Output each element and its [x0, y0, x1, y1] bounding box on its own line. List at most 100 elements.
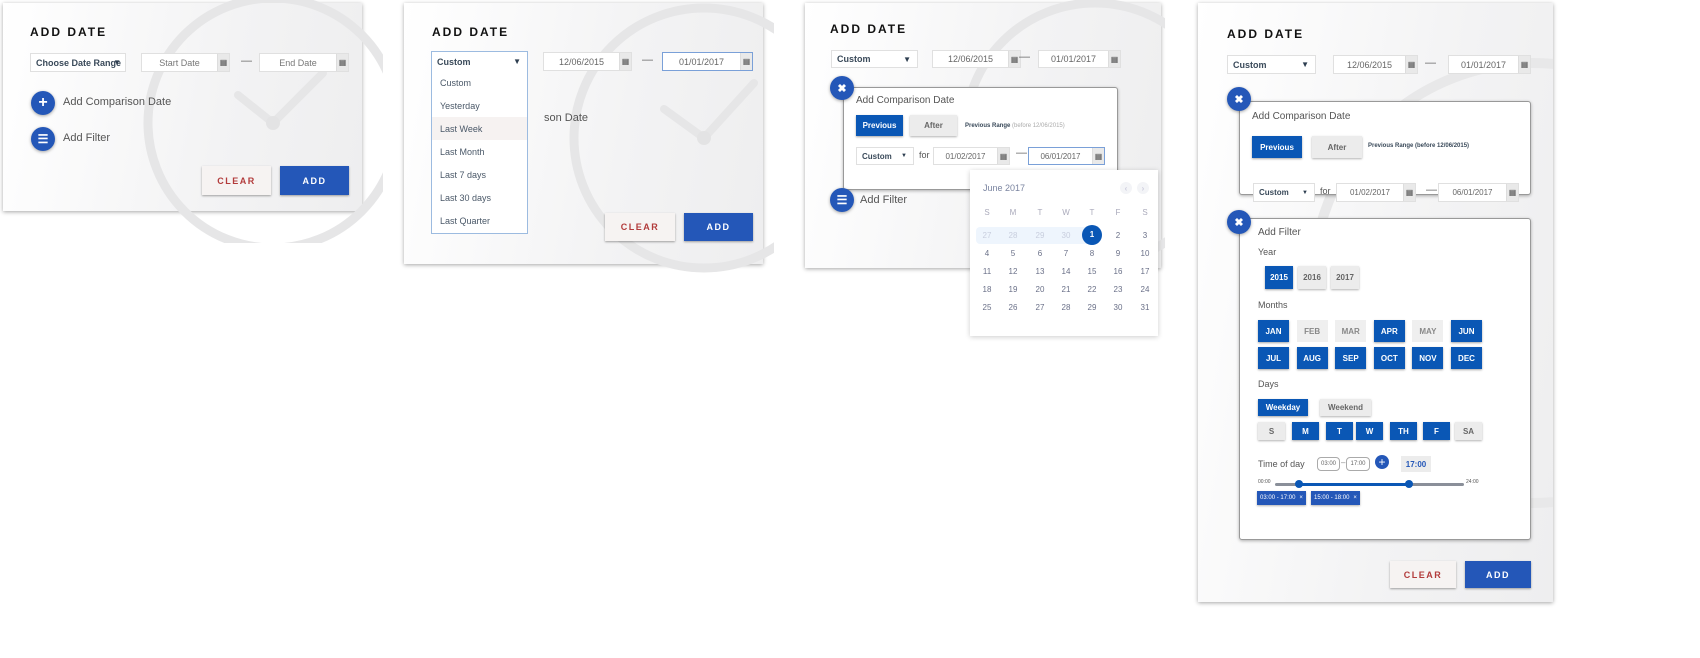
start-date-input[interactable]: 12/06/2015 ▦ [1333, 55, 1418, 74]
close-icon[interactable]: ✖ [1227, 87, 1251, 111]
plus-icon[interactable]: + [31, 91, 55, 115]
year-toggle-2017[interactable]: 2017 [1331, 266, 1359, 289]
calendar-day-outside[interactable]: 30 [1056, 231, 1076, 240]
calendar-day[interactable]: 4 [977, 249, 997, 258]
calendar-day[interactable]: 26 [1003, 303, 1023, 312]
calendar-icon[interactable]: ▦ [619, 53, 631, 70]
dropdown-option[interactable]: Last Month [432, 140, 527, 163]
calendar-day[interactable]: 17 [1135, 267, 1155, 276]
calendar-day[interactable]: 9 [1108, 249, 1128, 258]
date-range-select[interactable]: Custom ▼ [431, 51, 528, 71]
add-button[interactable]: ADD [280, 166, 349, 195]
calendar-day[interactable]: 18 [977, 285, 997, 294]
calendar-day[interactable]: 5 [1003, 249, 1023, 258]
dropdown-option[interactable]: Last 30 days [432, 186, 527, 209]
day-toggle-w[interactable]: W [1356, 422, 1383, 440]
calendar-icon[interactable]: ▦ [1506, 184, 1518, 201]
day-toggle-f[interactable]: F [1423, 422, 1450, 440]
calendar-day[interactable]: 6 [1030, 249, 1050, 258]
clear-button[interactable]: CLEAR [605, 213, 675, 241]
add-button[interactable]: ADD [1465, 561, 1531, 588]
day-toggle-m[interactable]: M [1292, 422, 1319, 440]
date-range-select[interactable]: Choose Date Range ▼ [30, 53, 126, 72]
calendar-icon[interactable]: ▦ [1108, 51, 1120, 67]
calendar-day[interactable]: 7 [1056, 249, 1076, 258]
previous-button[interactable]: Previous [856, 115, 903, 136]
after-button[interactable]: After [910, 115, 957, 136]
year-toggle-2016[interactable]: 2016 [1298, 266, 1326, 289]
calendar-day[interactable]: 12 [1003, 267, 1023, 276]
chevron-right-icon[interactable]: › [1137, 182, 1149, 194]
calendar-day[interactable]: 31 [1135, 303, 1155, 312]
calendar-day[interactable]: 30 [1108, 303, 1128, 312]
month-toggle-jun[interactable]: JUN [1451, 320, 1482, 342]
comparison-range-select[interactable]: Custom ▼ [1253, 183, 1315, 202]
calendar-day[interactable]: 29 [1082, 303, 1102, 312]
dropdown-option[interactable]: Last 7 days [432, 163, 527, 186]
month-toggle-jan[interactable]: JAN [1258, 320, 1289, 342]
add-filter-link[interactable]: Add Filter [860, 194, 907, 206]
month-toggle-nov[interactable]: NOV [1412, 347, 1444, 369]
clear-button[interactable]: CLEAR [202, 166, 271, 195]
calendar-day[interactable]: 15 [1082, 267, 1102, 276]
calendar-icon[interactable]: ▦ [997, 148, 1009, 164]
calendar-day[interactable]: 23 [1108, 285, 1128, 294]
comparison-end-input[interactable]: 06/01/2017 ▦ [1438, 183, 1519, 202]
after-button[interactable]: After [1312, 136, 1362, 158]
close-icon[interactable]: ✖ [1227, 210, 1251, 234]
sliders-icon[interactable]: ☰ [830, 188, 854, 212]
comparison-start-input[interactable]: 01/02/2017 ▦ [1336, 183, 1416, 202]
year-toggle-2015[interactable]: 2015 [1265, 266, 1293, 289]
time-to-input[interactable]: 17:00 [1346, 457, 1370, 471]
calendar-day[interactable]: 19 [1003, 285, 1023, 294]
add-comparison-date-link[interactable]: Add Comparison Date [63, 96, 171, 108]
calendar-day[interactable]: 25 [977, 303, 997, 312]
start-date-input[interactable]: 12/06/2015 ▦ [932, 50, 1021, 68]
add-time-icon[interactable]: + [1375, 455, 1389, 469]
day-toggle-t[interactable]: T [1326, 422, 1353, 440]
calendar-day-outside[interactable]: 28 [1003, 231, 1023, 240]
add-button[interactable]: ADD [684, 213, 753, 241]
comparison-start-input[interactable]: 01/02/2017 ▦ [933, 147, 1010, 165]
month-toggle-oct[interactable]: OCT [1373, 347, 1405, 369]
calendar-day[interactable]: 28 [1056, 303, 1076, 312]
month-toggle-feb[interactable]: FEB [1296, 320, 1328, 342]
calendar-icon[interactable]: ▦ [217, 54, 229, 71]
month-toggle-mar[interactable]: MAR [1335, 320, 1367, 342]
slider-handle-end[interactable] [1404, 480, 1413, 488]
calendar-day[interactable]: 10 [1135, 249, 1155, 258]
comparison-range-select[interactable]: Custom ▼ [856, 147, 914, 165]
remove-chip-icon[interactable]: × [1353, 495, 1357, 501]
day-toggle-s[interactable]: S [1258, 422, 1285, 440]
date-range-select[interactable]: Custom ▼ [831, 50, 918, 68]
calendar-day[interactable]: 8 [1082, 249, 1102, 258]
calendar-day[interactable]: 24 [1135, 285, 1155, 294]
day-toggle-th[interactable]: TH [1390, 422, 1417, 440]
calendar-day-outside[interactable]: 29 [1030, 231, 1050, 240]
calendar-icon[interactable]: ▦ [1518, 56, 1530, 73]
end-date-input[interactable]: 01/01/2017 ▦ [662, 52, 753, 71]
start-date-input[interactable]: 12/06/2015 ▦ [543, 52, 632, 71]
calendar-day-selected[interactable]: 1 [1082, 225, 1102, 245]
dropdown-option[interactable]: Yesterday [432, 94, 527, 117]
calendar-day[interactable]: 13 [1030, 267, 1050, 276]
calendar-day[interactable]: 27 [1030, 303, 1050, 312]
day-toggle-sa[interactable]: SA [1455, 422, 1482, 440]
dropdown-option[interactable]: Last Quarter [432, 209, 527, 232]
add-filter-link[interactable]: Add Filter [63, 132, 110, 144]
clear-button[interactable]: CLEAR [1390, 561, 1456, 588]
calendar-day[interactable]: 21 [1056, 285, 1076, 294]
comparison-end-input[interactable]: 06/01/2017 ▦ [1028, 147, 1105, 165]
end-date-input[interactable]: End Date ▦ [259, 53, 349, 72]
sliders-icon[interactable]: ☰ [31, 127, 55, 151]
calendar-day[interactable]: 20 [1030, 285, 1050, 294]
calendar-icon[interactable]: ▦ [1405, 56, 1417, 73]
weekday-button[interactable]: Weekday [1258, 399, 1308, 416]
time-from-input[interactable]: 03:00 [1317, 457, 1340, 471]
calendar-icon[interactable]: ▦ [1403, 184, 1415, 201]
month-toggle-aug[interactable]: AUG [1296, 347, 1328, 369]
calendar-day[interactable]: 2 [1108, 231, 1128, 240]
calendar-day[interactable]: 11 [977, 267, 997, 276]
calendar-day[interactable]: 22 [1082, 285, 1102, 294]
date-range-select[interactable]: Custom ▼ [1227, 55, 1316, 74]
